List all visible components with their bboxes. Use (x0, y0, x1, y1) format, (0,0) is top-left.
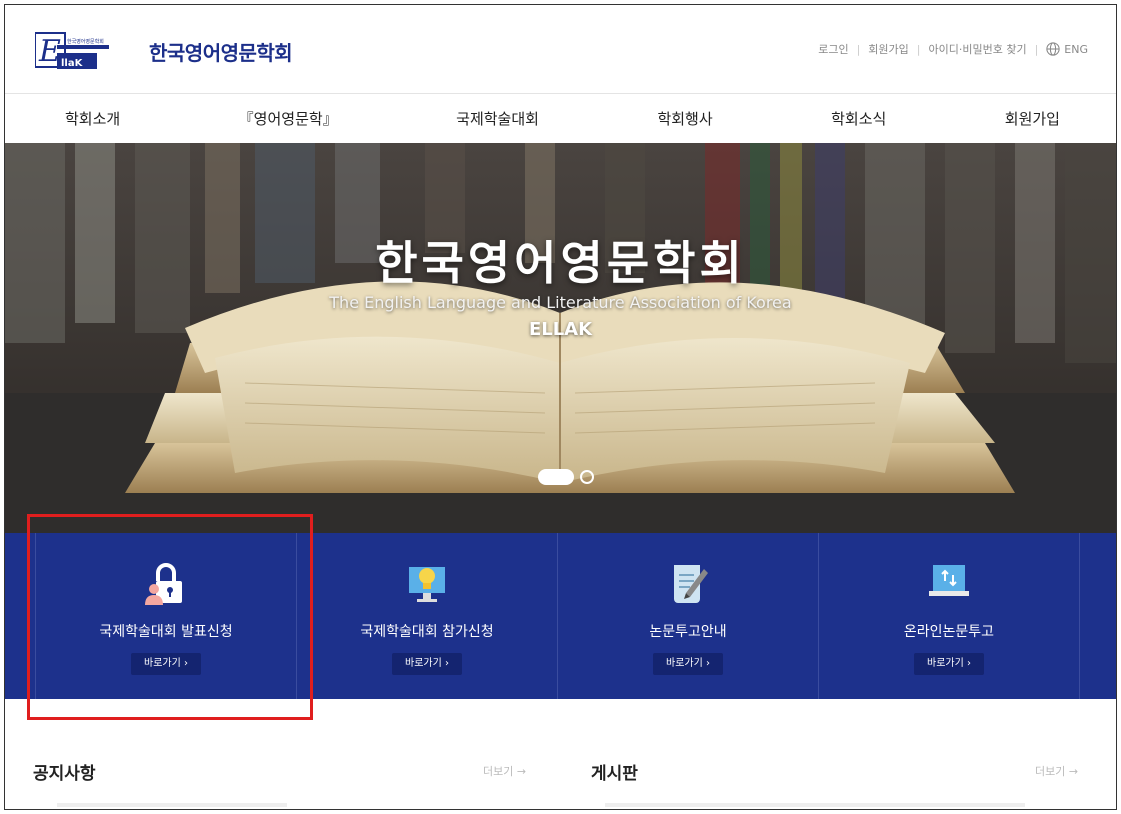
general-board-title[interactable]: 게시판 (591, 759, 638, 784)
nav-item-journal[interactable]: 『영어영문학』 (239, 108, 338, 129)
quick-item-label: 논문투고안내 (649, 624, 727, 640)
lock-user-icon (145, 563, 182, 605)
signup-link[interactable]: 회원가입 (868, 41, 908, 57)
nav-item-events[interactable]: 학회행사 (657, 108, 712, 129)
board-more-link[interactable]: 더보기 → (1035, 763, 1078, 779)
main-nav: 학회소개 『영어영문학』 국제학술대회 학회행사 학회소식 회원가입 (5, 93, 1116, 143)
hero-slider: 한국영어영문학회 The English Language and Litera… (5, 143, 1116, 533)
quick-item-participation-application[interactable]: 국제학술대회 참가신청 바로가기 › (297, 533, 558, 699)
quick-item-label: 국제학술대회 발표신청 (99, 624, 233, 640)
find-account-link[interactable]: 아이디·비밀번호 찾기 (929, 41, 1027, 57)
shortcut-button[interactable]: 바로가기 › (131, 653, 201, 675)
svg-text:llaK: llaK (61, 58, 84, 69)
upload-monitor-icon (929, 565, 969, 596)
notice-board-title[interactable]: 공지사항 (33, 759, 96, 784)
nav-item-about[interactable]: 학회소개 (65, 108, 120, 129)
site-title: 한국영어영문학회 (149, 40, 293, 65)
language-label: ENG (1064, 42, 1088, 56)
utility-menu: 로그인 | 회원가입 | 아이디·비밀번호 찾기 | ENG (818, 41, 1088, 57)
divider: | (916, 42, 921, 56)
site-header: E 한국영어영문학회 llaK 한국영어영문학회 로그인 | 회원가입 | 아이… (5, 5, 1116, 93)
nav-item-conference[interactable]: 국제학술대회 (456, 108, 539, 129)
hero-abbreviation: ELLAK (528, 319, 593, 340)
page: E 한국영어영문학회 llaK 한국영어영문학회 로그인 | 회원가입 | 아이… (4, 4, 1117, 810)
svg-text:한국영어영문학회: 한국영어영문학회 (67, 38, 104, 45)
scroll-pen-icon (674, 565, 708, 603)
monitor-bulb-icon (409, 567, 445, 602)
quick-item-online-submission[interactable]: 온라인논문투고 바로가기 › (819, 533, 1080, 699)
divider: | (856, 42, 861, 56)
quick-item-label: 온라인논문투고 (903, 624, 995, 640)
shortcut-button[interactable]: 바로가기 › (392, 653, 462, 675)
shortcut-button[interactable]: 바로가기 › (653, 653, 723, 675)
quick-item-submission-guide[interactable]: 논문투고안내 바로가기 › (558, 533, 819, 699)
slider-dot[interactable] (580, 470, 594, 484)
hero-title: 한국영어영문학회 (375, 236, 746, 290)
quick-item-label: 국제학술대회 참가신청 (360, 624, 494, 640)
login-link[interactable]: 로그인 (818, 41, 848, 57)
site-logo[interactable]: E 한국영어영문학회 llaK 한국영어영문학회 (34, 29, 293, 73)
nav-item-membership[interactable]: 회원가입 (1005, 108, 1060, 129)
quick-menu: 국제학술대회 발표신청 바로가기 › 국제학술대회 참가신청 바로가기 › 논문… (5, 533, 1116, 699)
notice-more-link[interactable]: 더보기 → (483, 763, 526, 779)
hero-subtitle: The English Language and Literature Asso… (329, 293, 792, 312)
divider: | (1034, 42, 1039, 56)
nav-item-news[interactable]: 학회소식 (831, 108, 886, 129)
globe-icon (1046, 42, 1060, 56)
list-item[interactable] (605, 803, 1025, 807)
quick-item-presentation-application[interactable]: 국제학술대회 발표신청 바로가기 › (35, 533, 297, 699)
slider-pagination (538, 469, 594, 485)
language-switch[interactable]: ENG (1046, 42, 1088, 56)
shortcut-button[interactable]: 바로가기 › (914, 653, 984, 675)
ellak-logo-mark: E 한국영어영문학회 llaK (34, 29, 139, 73)
list-item[interactable] (57, 803, 287, 807)
slider-dot-active[interactable] (538, 469, 574, 485)
